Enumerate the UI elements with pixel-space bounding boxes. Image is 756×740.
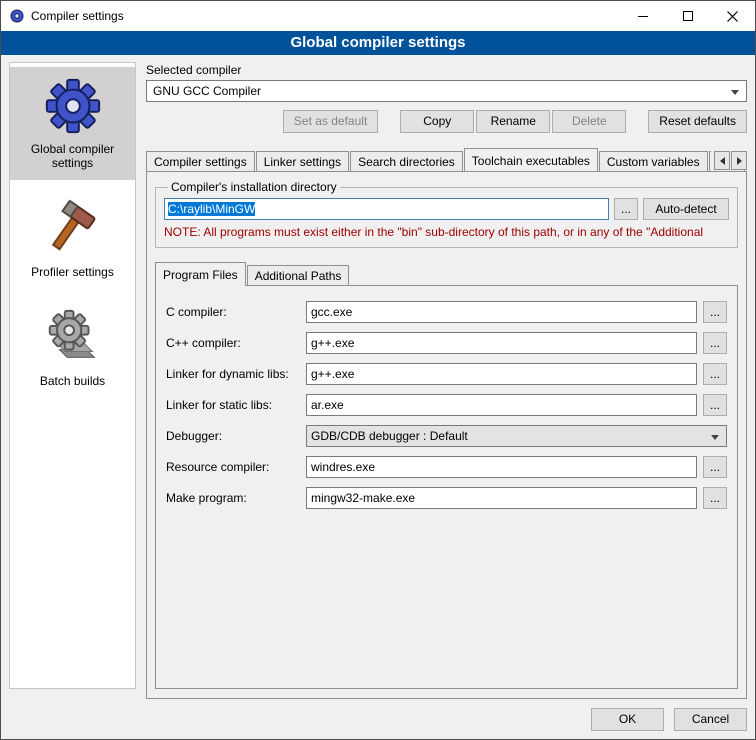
settings-sidebar: Global compiler settings Profiler settin… bbox=[9, 62, 136, 689]
tab-compiler-settings[interactable]: Compiler settings bbox=[146, 151, 255, 171]
maximize-button[interactable] bbox=[665, 1, 710, 31]
app-gear-icon bbox=[9, 8, 25, 24]
dialog-heading: Global compiler settings bbox=[1, 31, 755, 55]
debugger-select-value: GDB/CDB debugger : Default bbox=[311, 429, 468, 443]
dynamic-linker-browse-button[interactable]: ... bbox=[703, 363, 727, 385]
tab-linker-settings[interactable]: Linker settings bbox=[256, 151, 349, 171]
dynamic-linker-row: Linker for dynamic libs: g++.exe ... bbox=[166, 363, 727, 385]
sidebar-item-profiler-settings[interactable]: Profiler settings bbox=[10, 190, 135, 289]
compiler-select[interactable]: GNU GCC Compiler bbox=[146, 80, 747, 102]
tab-custom-variables[interactable]: Custom variables bbox=[599, 151, 708, 171]
dialog-body: Global compiler settings Profiler settin… bbox=[1, 55, 755, 739]
title-bar: Compiler settings bbox=[1, 1, 755, 31]
installation-directory-label: Compiler's installation directory bbox=[168, 180, 340, 194]
sidebar-item-label: Batch builds bbox=[40, 374, 105, 388]
minimize-icon bbox=[638, 16, 648, 17]
make-program-input[interactable]: mingw32-make.exe bbox=[306, 487, 697, 509]
tab-scroll-left-button[interactable] bbox=[714, 151, 730, 170]
sidebar-item-label: Profiler settings bbox=[31, 265, 114, 279]
browse-directory-button[interactable]: ... bbox=[614, 198, 638, 220]
compiler-actions: Set as default Copy Rename Delete Reset … bbox=[146, 110, 747, 133]
set-as-default-button[interactable]: Set as default bbox=[283, 110, 378, 133]
static-linker-browse-button[interactable]: ... bbox=[703, 394, 727, 416]
resource-compiler-row: Resource compiler: windres.exe ... bbox=[166, 456, 727, 478]
minimize-button[interactable] bbox=[620, 1, 665, 31]
tab-program-files[interactable]: Program Files bbox=[155, 262, 246, 286]
dynamic-linker-input[interactable]: g++.exe bbox=[306, 363, 697, 385]
close-icon bbox=[727, 11, 738, 22]
copy-button[interactable]: Copy bbox=[400, 110, 474, 133]
dynamic-linker-label: Linker for dynamic libs: bbox=[166, 367, 306, 381]
arrow-right-icon bbox=[737, 157, 742, 165]
cancel-button[interactable]: Cancel bbox=[674, 708, 747, 731]
resource-compiler-label: Resource compiler: bbox=[166, 460, 306, 474]
sidebar-item-global-compiler-settings[interactable]: Global compiler settings bbox=[10, 67, 135, 180]
installation-note: NOTE: All programs must exist either in … bbox=[164, 225, 729, 239]
executables-tabbar: Program Files Additional Paths bbox=[155, 261, 738, 285]
c-compiler-browse-button[interactable]: ... bbox=[703, 301, 727, 323]
installation-directory-row: C:\raylib\MinGW ... Auto-detect bbox=[164, 198, 729, 220]
profiler-hammer-icon bbox=[42, 198, 104, 260]
compiler-select-value: GNU GCC Compiler bbox=[153, 84, 261, 98]
debugger-label: Debugger: bbox=[166, 429, 306, 443]
delete-button[interactable]: Delete bbox=[552, 110, 626, 133]
tab-scroll-right-button[interactable] bbox=[731, 151, 747, 170]
cpp-compiler-row: C++ compiler: g++.exe ... bbox=[166, 332, 727, 354]
reset-defaults-button[interactable]: Reset defaults bbox=[648, 110, 747, 133]
dialog-footer: OK Cancel bbox=[591, 708, 747, 731]
static-linker-label: Linker for static libs: bbox=[166, 398, 306, 412]
batch-builds-icon bbox=[42, 307, 104, 369]
tab-scroll-buttons bbox=[711, 151, 747, 170]
debugger-row: Debugger: GDB/CDB debugger : Default bbox=[166, 425, 727, 447]
make-program-label: Make program: bbox=[166, 491, 306, 505]
close-button[interactable] bbox=[710, 1, 755, 31]
maximize-icon bbox=[683, 11, 693, 21]
installation-directory-value: C:\raylib\MinGW bbox=[168, 202, 255, 216]
program-files-panel: C compiler: gcc.exe ... C++ compiler: g+… bbox=[155, 285, 738, 689]
chevron-down-icon bbox=[711, 435, 719, 440]
debugger-select[interactable]: GDB/CDB debugger : Default bbox=[306, 425, 727, 447]
ok-button[interactable]: OK bbox=[591, 708, 664, 731]
static-linker-input[interactable]: ar.exe bbox=[306, 394, 697, 416]
chevron-down-icon bbox=[731, 90, 739, 95]
toolchain-executables-panel: Compiler's installation directory C:\ray… bbox=[146, 171, 747, 699]
cpp-compiler-browse-button[interactable]: ... bbox=[703, 332, 727, 354]
static-linker-row: Linker for static libs: ar.exe ... bbox=[166, 394, 727, 416]
sidebar-item-batch-builds[interactable]: Batch builds bbox=[10, 299, 135, 398]
make-program-row: Make program: mingw32-make.exe ... bbox=[166, 487, 727, 509]
window-title: Compiler settings bbox=[31, 9, 620, 23]
make-program-browse-button[interactable]: ... bbox=[703, 487, 727, 509]
settings-tabbar: Compiler settings Linker settings Search… bbox=[146, 147, 747, 171]
sidebar-item-label: Global compiler settings bbox=[13, 142, 132, 170]
cpp-compiler-input[interactable]: g++.exe bbox=[306, 332, 697, 354]
c-compiler-input[interactable]: gcc.exe bbox=[306, 301, 697, 323]
blue-gear-icon bbox=[42, 75, 104, 137]
resource-compiler-browse-button[interactable]: ... bbox=[703, 456, 727, 478]
tab-additional-paths[interactable]: Additional Paths bbox=[247, 265, 350, 285]
cpp-compiler-label: C++ compiler: bbox=[166, 336, 306, 350]
c-compiler-label: C compiler: bbox=[166, 305, 306, 319]
c-compiler-row: C compiler: gcc.exe ... bbox=[166, 301, 727, 323]
main-content: Selected compiler GNU GCC Compiler Set a… bbox=[146, 63, 747, 699]
installation-directory-input[interactable]: C:\raylib\MinGW bbox=[164, 198, 609, 220]
compiler-settings-dialog: Compiler settings Global compiler settin… bbox=[0, 0, 756, 740]
tab-toolchain-executables[interactable]: Toolchain executables bbox=[464, 148, 598, 171]
selected-compiler-label: Selected compiler bbox=[146, 63, 747, 77]
resource-compiler-input[interactable]: windres.exe bbox=[306, 456, 697, 478]
rename-button[interactable]: Rename bbox=[476, 110, 550, 133]
installation-directory-group: Compiler's installation directory C:\ray… bbox=[155, 180, 738, 248]
auto-detect-button[interactable]: Auto-detect bbox=[643, 198, 729, 220]
tab-search-directories[interactable]: Search directories bbox=[350, 151, 463, 171]
arrow-left-icon bbox=[720, 157, 725, 165]
